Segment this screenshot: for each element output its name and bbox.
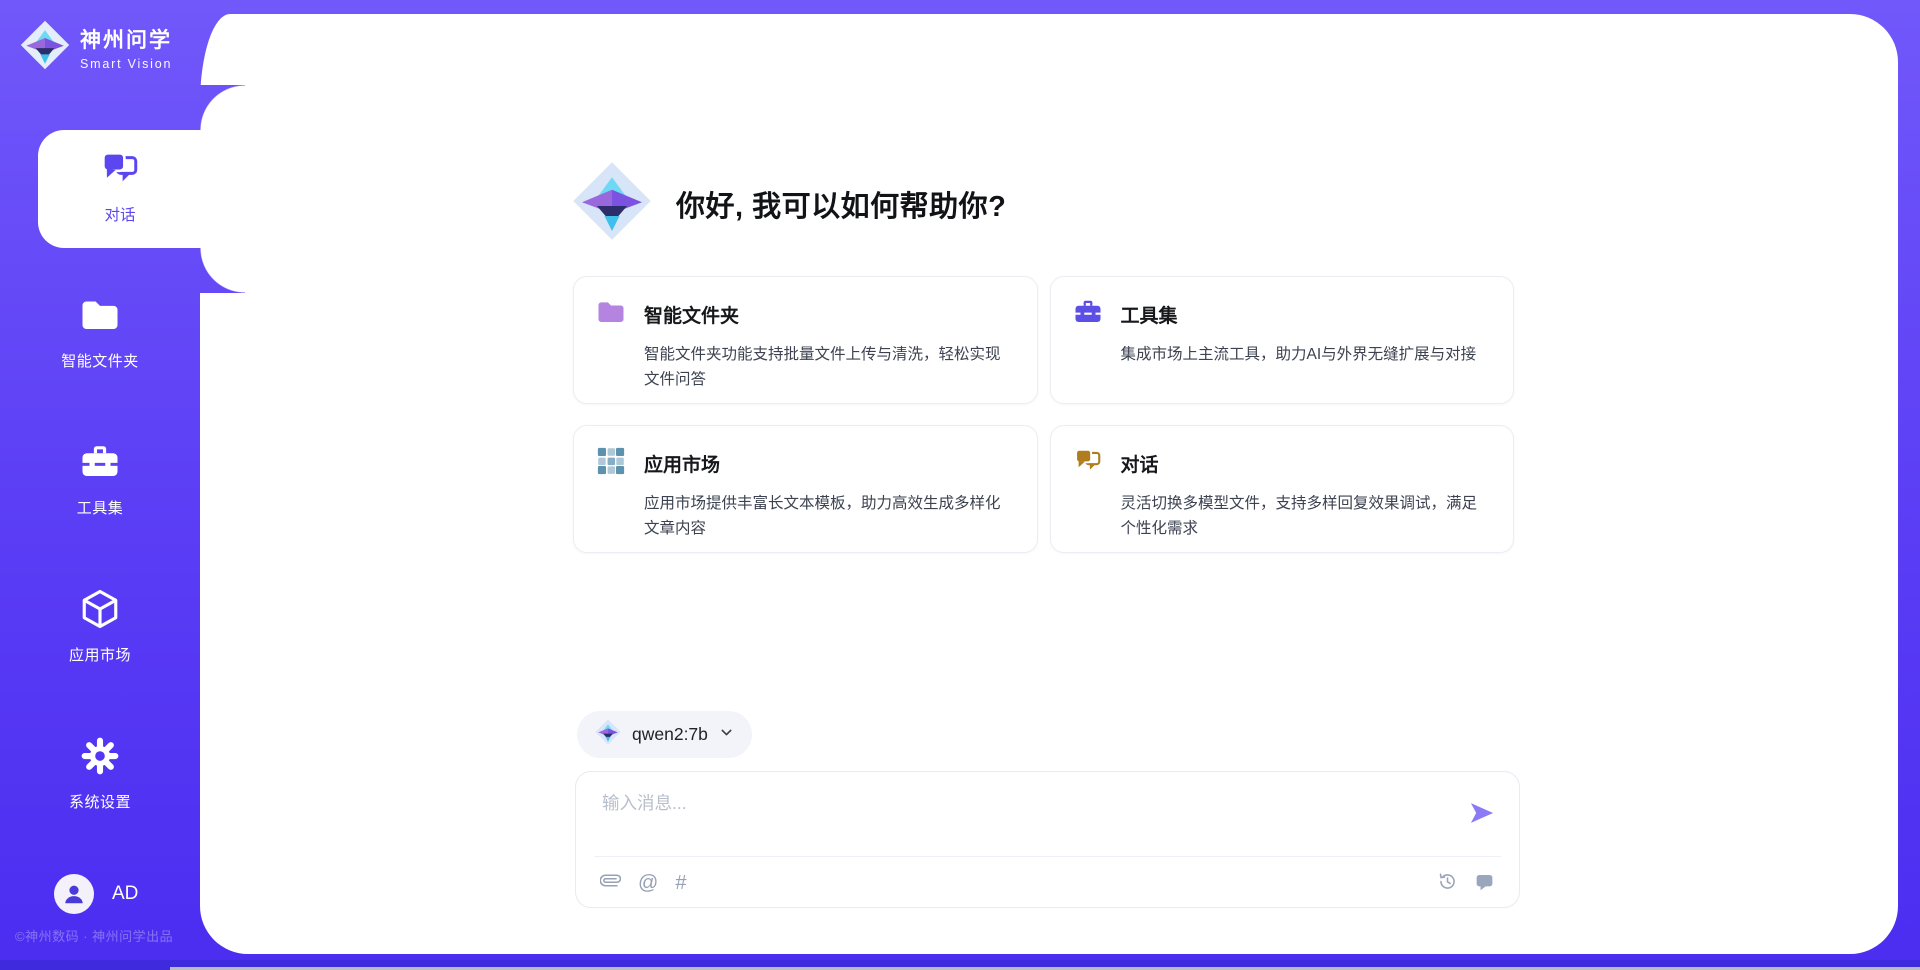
folder-icon — [79, 323, 121, 340]
sidebar-item-label: 工具集 — [0, 497, 200, 518]
user-profile[interactable]: AD — [54, 874, 138, 914]
toolbox-icon — [1073, 297, 1103, 332]
sidebar-item-chat[interactable]: 对话 — [38, 130, 202, 248]
sidebar-item-label: 智能文件夹 — [0, 350, 200, 371]
app-window: 你好, 我可以如何帮助你? 智能文件夹 智能文件夹功能支持批量文件上传与清洗，轻… — [0, 0, 1920, 970]
model-gem-icon — [595, 719, 621, 750]
greeting-text: 你好, 我可以如何帮助你? — [676, 183, 1006, 225]
gear-icon — [79, 764, 121, 781]
send-icon — [1468, 815, 1496, 830]
sidebar-item-app-market[interactable]: 应用市场 — [0, 588, 200, 665]
sidebar-item-label: 应用市场 — [0, 644, 200, 665]
folder-icon — [596, 297, 626, 332]
at-icon[interactable]: @ — [638, 873, 658, 893]
tab-fillet-top — [200, 85, 245, 130]
chat-bubble-icon[interactable] — [1474, 871, 1495, 897]
send-button[interactable] — [1467, 799, 1497, 829]
brand-logo: 神州问学 Smart Vision — [20, 20, 172, 75]
card-title: 智能文件夹 — [644, 301, 739, 328]
sidebar: 神州问学 Smart Vision 对话 智能文件夹 — [0, 0, 200, 970]
composer-right-toolbar — [1437, 871, 1495, 897]
chat-icon — [1073, 446, 1103, 481]
user-name: AD — [112, 883, 138, 905]
message-input[interactable] — [600, 788, 1424, 846]
card-description: 灵活切换多模型文件，支持多样回复效果调试，满足个性化需求 — [1121, 491, 1492, 541]
card-chat[interactable]: 对话 灵活切换多模型文件，支持多样回复效果调试，满足个性化需求 — [1050, 425, 1515, 553]
card-title: 对话 — [1121, 450, 1159, 477]
card-app-market[interactable]: 应用市场 应用市场提供丰富长文本模板，助力高效生成多样化文章内容 — [573, 425, 1038, 553]
card-description: 应用市场提供丰富长文本模板，助力高效生成多样化文章内容 — [644, 491, 1015, 541]
tab-fillet-bottom — [200, 248, 245, 293]
card-smart-folder[interactable]: 智能文件夹 智能文件夹功能支持批量文件上传与清洗，轻松实现文件问答 — [573, 276, 1038, 404]
brand-name-en: Smart Vision — [80, 57, 172, 71]
card-title: 工具集 — [1121, 301, 1178, 328]
sidebar-item-label: 系统设置 — [0, 791, 200, 812]
model-selector[interactable]: qwen2:7b — [577, 711, 752, 758]
brand-gem-icon — [572, 161, 652, 246]
hash-icon[interactable]: # — [675, 873, 686, 893]
sidebar-item-smart-folder[interactable]: 智能文件夹 — [0, 294, 200, 371]
chevron-down-icon — [719, 725, 734, 745]
sidebar-item-settings[interactable]: 系统设置 — [0, 735, 200, 812]
chat-icon — [99, 148, 141, 195]
grid-icon — [596, 446, 626, 481]
card-description: 集成市场上主流工具，助力AI与外界无缝扩展与对接 — [1121, 342, 1492, 367]
feature-cards: 智能文件夹 智能文件夹功能支持批量文件上传与清洗，轻松实现文件问答 — [573, 276, 1514, 553]
model-name: qwen2:7b — [632, 724, 708, 745]
composer-divider — [594, 856, 1501, 857]
brand-name-cn: 神州问学 — [80, 24, 172, 54]
sidebar-item-toolset[interactable]: 工具集 — [0, 441, 200, 518]
copyright-text: ©神州数码 · 神州问学出品 — [15, 926, 173, 945]
greeting-row: 你好, 我可以如何帮助你? — [572, 161, 1006, 246]
brand-gem-icon — [20, 20, 70, 75]
cube-icon — [79, 617, 121, 634]
composer-toolbar: @ # — [600, 870, 686, 896]
card-title: 应用市场 — [644, 450, 720, 477]
toolbox-icon — [79, 470, 121, 487]
sidebar-item-label: 对话 — [38, 203, 202, 225]
avatar — [54, 874, 94, 914]
history-icon[interactable] — [1437, 871, 1458, 897]
card-toolset[interactable]: 工具集 集成市场上主流工具，助力AI与外界无缝扩展与对接 — [1050, 276, 1515, 404]
card-description: 智能文件夹功能支持批量文件上传与清洗，轻松实现文件问答 — [644, 342, 1015, 392]
message-composer: @ # — [575, 771, 1520, 908]
paperclip-icon[interactable] — [600, 870, 621, 896]
main-panel: 你好, 我可以如何帮助你? 智能文件夹 智能文件夹功能支持批量文件上传与清洗，轻… — [200, 14, 1898, 954]
